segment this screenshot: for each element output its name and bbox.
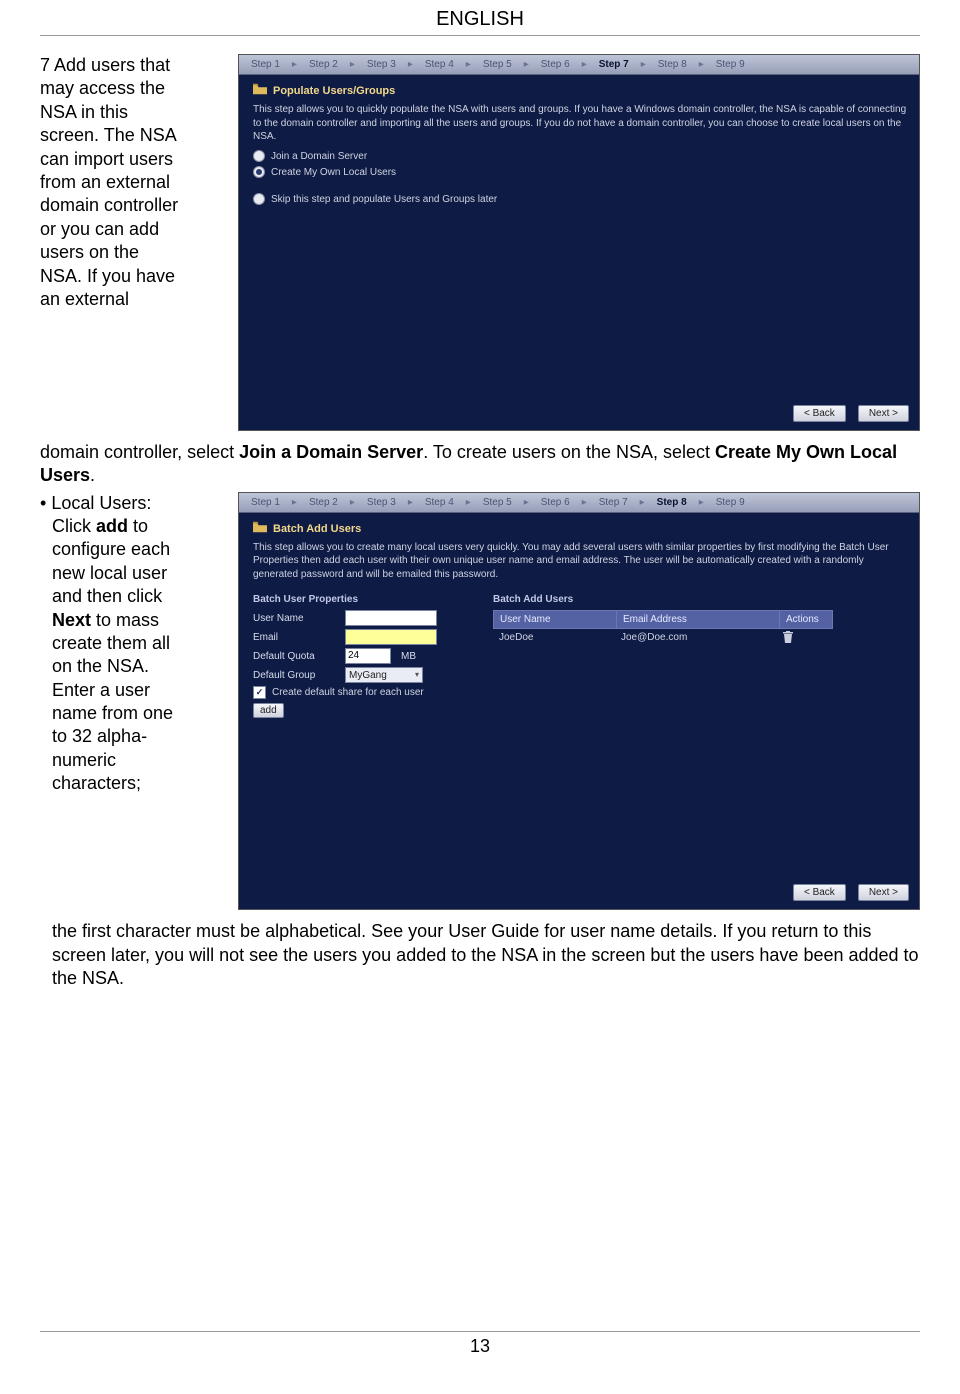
radio-join-domain[interactable]: [253, 150, 265, 162]
next-button[interactable]: Next >: [858, 405, 909, 422]
back-button[interactable]: < Back: [793, 884, 846, 901]
local-users-instruction-left: Local Users: Click add to configure each…: [52, 492, 192, 796]
step-2[interactable]: Step 2: [303, 496, 344, 509]
page-number: 13: [40, 1331, 920, 1357]
chevron-right-icon: ▸: [695, 496, 708, 509]
local-users-instruction-tail: the first character must be alphabetical…: [40, 920, 920, 990]
step-5[interactable]: Step 5: [477, 58, 518, 71]
batch-add-users-title: Batch Add Users: [493, 593, 833, 606]
step-4[interactable]: Step 4: [419, 496, 460, 509]
step-2[interactable]: Step 2: [303, 58, 344, 71]
chevron-right-icon: ▸: [520, 496, 533, 509]
folder-icon: [253, 521, 267, 537]
chevron-right-icon: ▸: [637, 58, 650, 71]
step-6[interactable]: Step 6: [535, 58, 576, 71]
step-7[interactable]: Step 7: [593, 58, 635, 71]
th-email: Email Address: [617, 611, 780, 628]
chevron-right-icon: ▸: [404, 496, 417, 509]
chevron-right-icon: ▸: [462, 58, 475, 71]
step-7[interactable]: Step 7: [593, 496, 634, 509]
th-actions: Actions: [780, 611, 832, 628]
table-row: JoeDoe Joe@Doe.com: [493, 629, 833, 649]
step-9[interactable]: Step 9: [710, 58, 751, 71]
chevron-right-icon: ▸: [578, 58, 591, 71]
folder-icon: [253, 83, 267, 99]
step-4[interactable]: Step 4: [419, 58, 460, 71]
chevron-right-icon: ▸: [695, 58, 708, 71]
label-default-group: Default Group: [253, 669, 339, 682]
wizard-step-bar: Step 1▸ Step 2▸ Step 3▸ Step 4▸ Step 5▸ …: [239, 55, 919, 75]
user-name-input[interactable]: [345, 610, 437, 626]
chevron-right-icon: ▸: [288, 58, 301, 71]
radio-label: Join a Domain Server: [271, 150, 367, 163]
chevron-right-icon: ▸: [636, 496, 649, 509]
step-8[interactable]: Step 8: [652, 58, 693, 71]
chevron-right-icon: ▸: [462, 496, 475, 509]
radio-label: Skip this step and populate Users and Gr…: [271, 193, 497, 206]
step-6[interactable]: Step 6: [535, 496, 576, 509]
chevron-right-icon: ▸: [346, 496, 359, 509]
chevron-right-icon: ▸: [404, 58, 417, 71]
wizard-step7-screenshot: Step 1▸ Step 2▸ Step 3▸ Step 4▸ Step 5▸ …: [238, 54, 920, 431]
email-input[interactable]: [345, 629, 437, 645]
radio-label: Create My Own Local Users: [271, 166, 396, 179]
step-3[interactable]: Step 3: [361, 496, 402, 509]
radio-skip[interactable]: [253, 193, 265, 205]
radio-create-local[interactable]: [253, 166, 265, 178]
users-table: User Name Email Address Actions JoeDoe J…: [493, 610, 833, 649]
chevron-right-icon: ▸: [346, 58, 359, 71]
step-8[interactable]: Step 8: [651, 496, 693, 509]
back-button[interactable]: < Back: [793, 405, 846, 422]
wizard-step-bar: Step 1▸ Step 2▸ Step 3▸ Step 4▸ Step 5▸ …: [239, 493, 919, 513]
step-1[interactable]: Step 1: [245, 496, 286, 509]
label-default-quota: Default Quota: [253, 650, 339, 663]
step-5[interactable]: Step 5: [477, 496, 518, 509]
chevron-right-icon: ▸: [520, 58, 533, 71]
quota-unit: MB: [401, 650, 416, 663]
chevron-right-icon: ▸: [288, 496, 301, 509]
section-title: Batch Add Users: [273, 522, 361, 536]
step-9[interactable]: Step 9: [710, 496, 751, 509]
th-user-name: User Name: [494, 611, 617, 628]
chevron-down-icon: ▾: [415, 670, 419, 680]
create-default-share-checkbox[interactable]: ✓: [253, 686, 266, 699]
default-quota-input[interactable]: 24: [345, 648, 391, 664]
section-title: Populate Users/Groups: [273, 84, 395, 98]
section-description: This step allows you to create many loca…: [253, 541, 909, 582]
add-button[interactable]: add: [253, 703, 284, 718]
wizard-step8-screenshot: Step 1▸ Step 2▸ Step 3▸ Step 4▸ Step 5▸ …: [238, 492, 920, 911]
step-3[interactable]: Step 3: [361, 58, 402, 71]
cell-user-name: JoeDoe: [493, 629, 615, 649]
label-user-name: User Name: [253, 612, 339, 625]
delete-icon[interactable]: [783, 631, 793, 647]
batch-user-properties-title: Batch User Properties: [253, 593, 463, 606]
cell-email: Joe@Doe.com: [615, 629, 777, 649]
page-header: ENGLISH: [40, 0, 920, 36]
step-1[interactable]: Step 1: [245, 58, 286, 71]
default-group-select[interactable]: MyGang▾: [345, 667, 423, 683]
step7-instruction-left: Add users that may access the NSA in thi…: [40, 54, 180, 311]
section-description: This step allows you to quickly populate…: [253, 103, 909, 144]
step7-instruction-tail: domain controller, select Join a Domain …: [40, 441, 920, 488]
chevron-right-icon: ▸: [578, 496, 591, 509]
next-button[interactable]: Next >: [858, 884, 909, 901]
label-email: Email: [253, 631, 339, 644]
checkbox-label: Create default share for each user: [272, 686, 424, 699]
